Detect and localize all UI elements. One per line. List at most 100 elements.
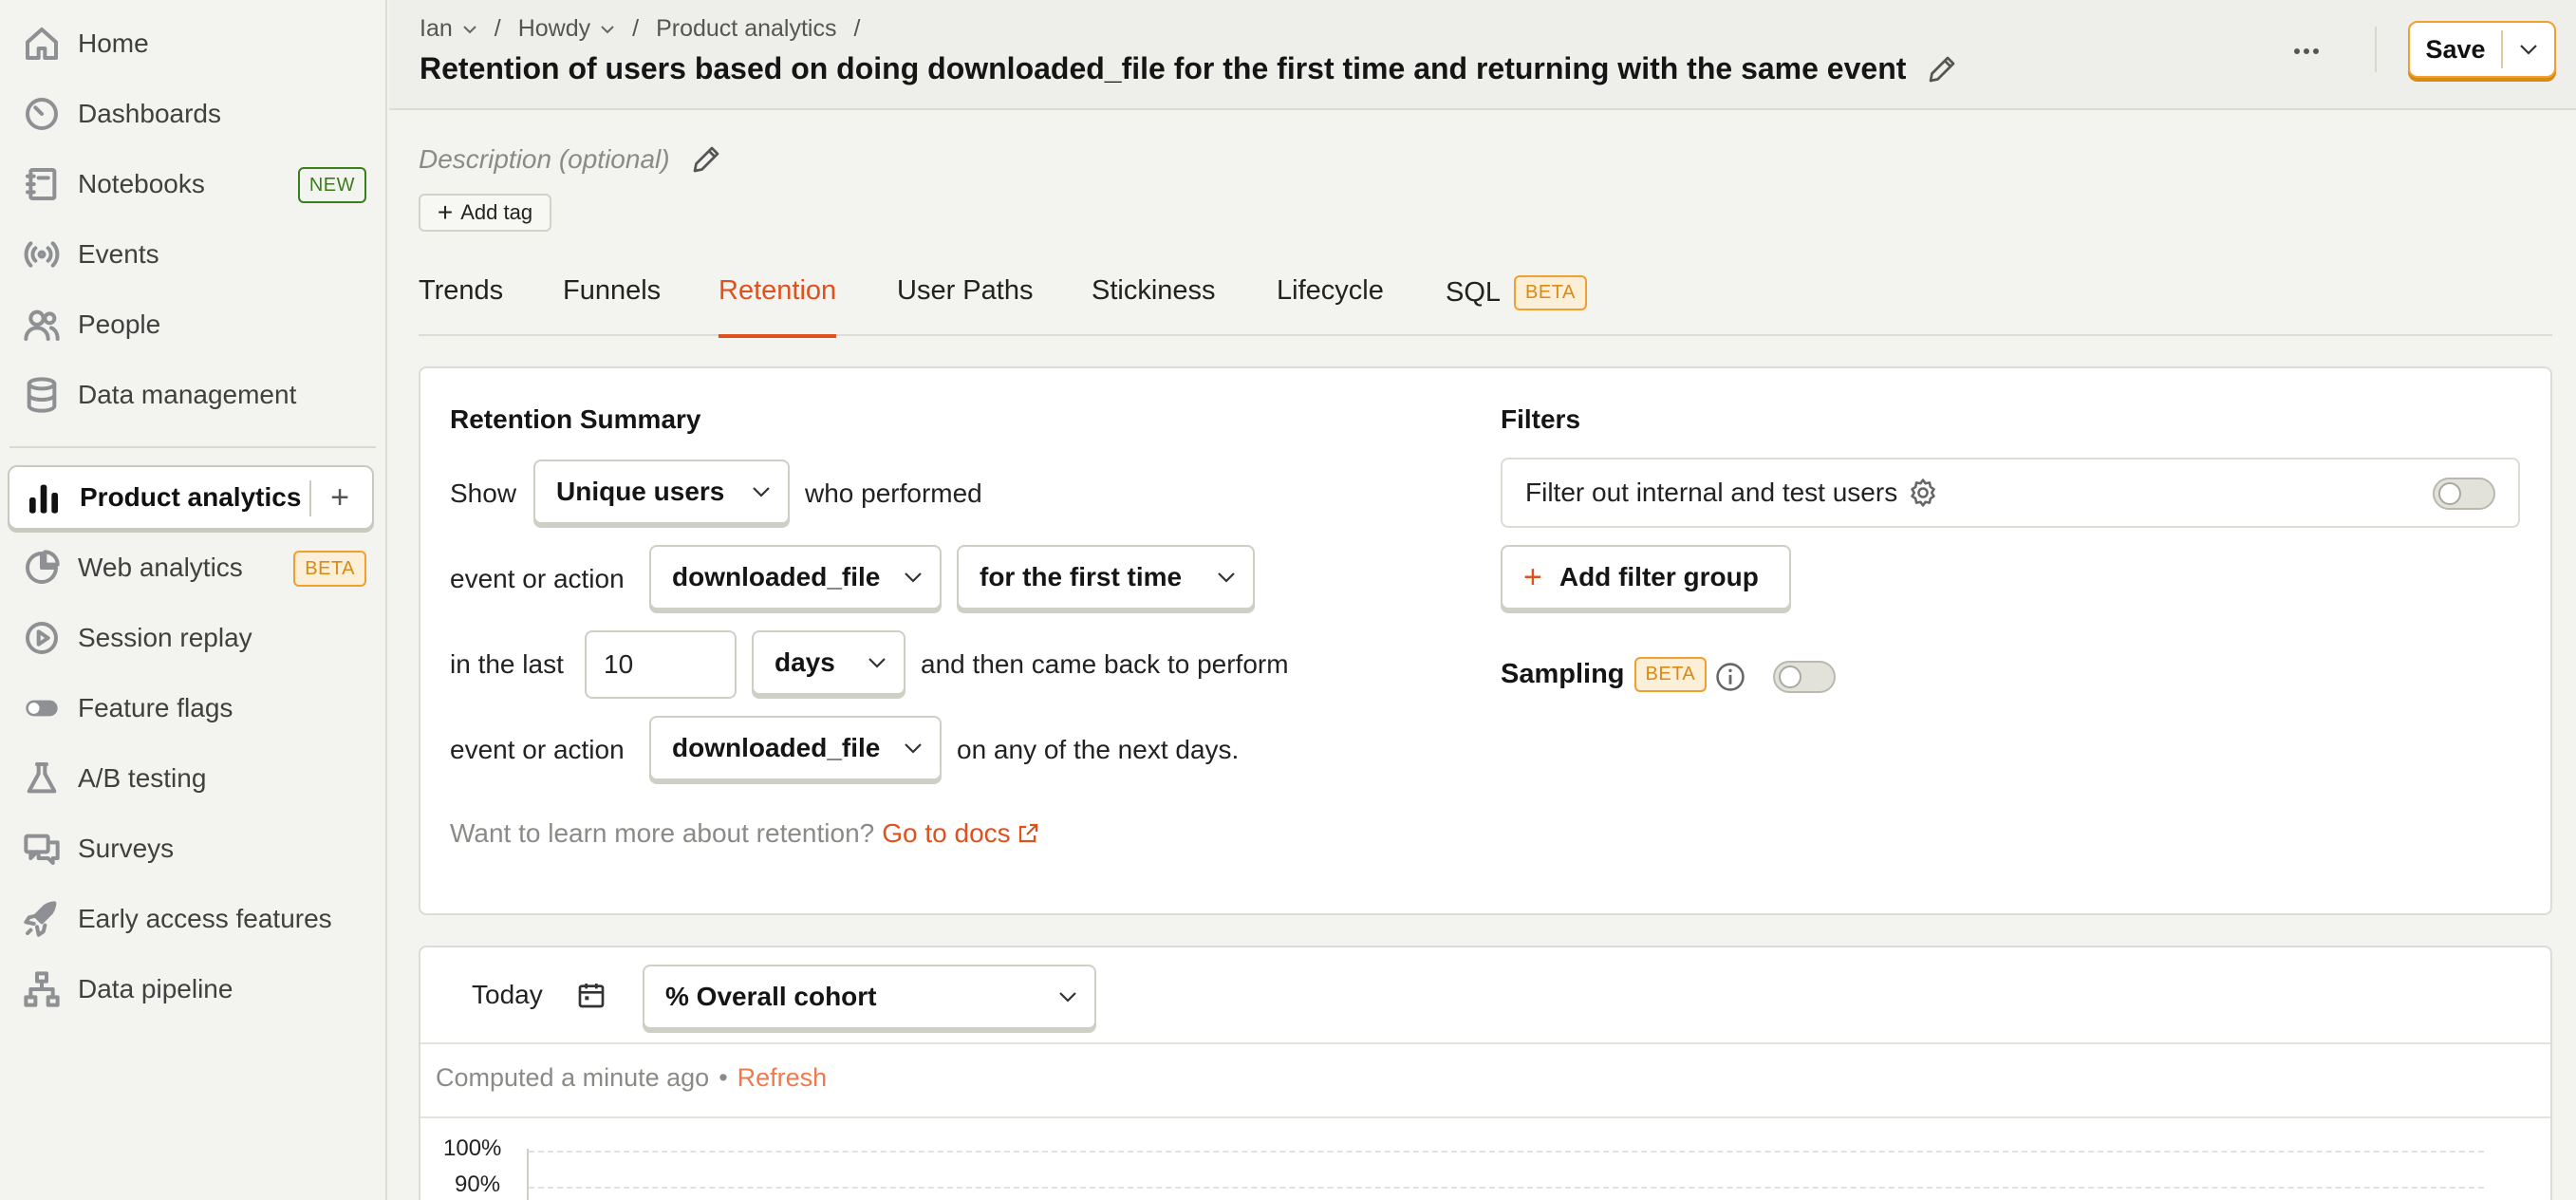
who-performed-label: who performed — [805, 478, 982, 508]
more-options-button[interactable] — [2286, 34, 2327, 68]
tab-funnels[interactable]: Funnels — [563, 275, 661, 336]
top-header: Ian / Howdy / Product analytics / Retent… — [389, 0, 2576, 110]
calendar-icon[interactable] — [576, 980, 607, 1010]
gear-icon[interactable] — [1907, 477, 1939, 509]
learn-more-label: Want to learn more about retention? — [450, 818, 875, 848]
sidebar-item-dashboards[interactable]: Dashboards — [0, 82, 387, 146]
add-filter-group-button[interactable]: + Add filter group — [1501, 545, 1791, 609]
tab-user-paths[interactable]: User Paths — [897, 275, 1033, 336]
sidebar-item-label: A/B testing — [78, 763, 207, 793]
sidebar-item-product-analytics[interactable]: Product analytics + — [8, 465, 374, 530]
info-icon[interactable] — [1714, 661, 1746, 693]
event-or-action-label: event or action — [450, 564, 625, 593]
separator: • — [719, 1063, 728, 1092]
flask-icon — [21, 758, 63, 799]
retention-type-select[interactable]: for the first time — [957, 545, 1255, 609]
breadcrumb-org[interactable]: Ian — [420, 15, 477, 43]
page-title-text: Retention of users based on doing downlo… — [420, 51, 1907, 85]
breadcrumb-project[interactable]: Howdy — [518, 15, 615, 43]
description-field[interactable]: Description (optional) — [419, 142, 723, 177]
chevron-down-icon — [868, 658, 886, 668]
sidebar-item-data-pipeline[interactable]: Data pipeline — [0, 957, 387, 1022]
input-value: 10 — [604, 649, 634, 679]
description-placeholder: Description (optional) — [419, 144, 670, 174]
breadcrumb-section[interactable]: Product analytics — [656, 15, 836, 43]
refresh-link[interactable]: Refresh — [737, 1063, 828, 1093]
target-event-select[interactable]: downloaded_file — [649, 545, 942, 609]
sidebar-item-people[interactable]: People — [0, 292, 387, 357]
learn-more-text: Want to learn more about retention? Go t… — [450, 818, 1039, 849]
tab-label: SQL — [1446, 277, 1502, 308]
tab-lifecycle[interactable]: Lifecycle — [1277, 275, 1384, 336]
edit-pencil-icon[interactable] — [1925, 52, 1959, 86]
computed-status: Computed a minute ago • Refresh — [436, 1063, 827, 1093]
sidebar-item-label: Early access features — [78, 904, 332, 933]
period-count-input[interactable]: 10 — [585, 630, 737, 699]
sidebar-item-ab-testing[interactable]: A/B testing — [0, 746, 387, 811]
results-card: Today % Overall cohort Computed a minute… — [419, 946, 2552, 1200]
breadcrumb-separator: / — [494, 15, 501, 42]
aggregation-select[interactable]: Unique users — [533, 459, 790, 524]
chat-bubbles-icon — [21, 828, 63, 870]
select-value: % Overall cohort — [665, 982, 877, 1011]
insight-type-tabs: Trends Funnels Retention User Paths Stic… — [419, 266, 2552, 338]
edit-pencil-icon[interactable] — [689, 142, 723, 177]
new-badge: NEW — [297, 167, 366, 203]
sidebar-item-label: Events — [78, 239, 159, 269]
y-axis — [527, 1149, 529, 1200]
tab-trends[interactable]: Trends — [419, 275, 503, 336]
sidebar-item-surveys[interactable]: Surveys — [0, 816, 387, 881]
select-value: downloaded_file — [672, 733, 881, 762]
divider — [420, 1042, 2550, 1044]
sidebar-item-home[interactable]: Home — [0, 11, 387, 76]
toggle-knob — [1779, 666, 1801, 688]
docs-link[interactable]: Go to docs — [882, 818, 1038, 849]
chevron-down-icon — [463, 25, 476, 33]
date-range-button[interactable]: Today — [472, 980, 543, 1010]
chevron-down-icon — [2520, 45, 2537, 55]
sampling-text: Sampling — [1501, 659, 1625, 689]
sidebar-item-label: Data pipeline — [78, 974, 233, 1003]
sampling-toggle[interactable] — [1773, 661, 1836, 693]
chevron-down-icon — [1218, 572, 1235, 583]
sidebar-item-label: Session replay — [78, 623, 252, 652]
page-title[interactable]: Retention of users based on doing downlo… — [420, 51, 1959, 86]
next-days-label: on any of the next days. — [957, 735, 1240, 764]
in-the-last-label: in the last — [450, 649, 564, 679]
sidebar-item-label: Product analytics — [80, 482, 302, 512]
beta-badge: BETA — [1514, 275, 1587, 310]
sidebar: Home Dashboards Notebooks NEW Events Peo… — [0, 0, 387, 1200]
came-back-label: and then came back to perform — [921, 649, 1289, 679]
sidebar-divider — [9, 446, 376, 448]
sidebar-item-session-replay[interactable]: Session replay — [0, 606, 387, 670]
tab-sql[interactable]: SQL BETA — [1446, 275, 1587, 336]
computed-text: Computed a minute ago — [436, 1063, 710, 1092]
sidebar-item-data-management[interactable]: Data management — [0, 363, 387, 427]
save-button[interactable]: Save — [2410, 23, 2501, 76]
notebook-icon — [21, 163, 63, 205]
add-insight-button[interactable]: + — [321, 477, 359, 518]
sidebar-item-web-analytics[interactable]: Web analytics BETA — [0, 535, 387, 600]
display-mode-select[interactable]: % Overall cohort — [643, 965, 1096, 1029]
divider — [309, 480, 311, 516]
save-options-dropdown[interactable] — [2503, 44, 2554, 55]
returning-event-select[interactable]: downloaded_file — [649, 716, 942, 780]
breadcrumb-separator: / — [632, 15, 640, 42]
internal-filter-toggle[interactable] — [2433, 478, 2495, 510]
gridline — [529, 1187, 2484, 1189]
add-tag-button[interactable]: + Add tag — [419, 194, 551, 232]
sidebar-item-notebooks[interactable]: Notebooks NEW — [0, 152, 387, 216]
select-value: Unique users — [556, 477, 725, 506]
sidebar-item-events[interactable]: Events — [0, 222, 387, 287]
sidebar-item-feature-flags[interactable]: Feature flags — [0, 676, 387, 741]
chevron-down-icon — [905, 743, 922, 754]
sidebar-item-label: Notebooks — [78, 169, 205, 198]
tab-stickiness[interactable]: Stickiness — [1092, 275, 1216, 336]
sidebar-item-early-access[interactable]: Early access features — [0, 887, 387, 951]
tab-retention[interactable]: Retention — [719, 275, 837, 338]
period-unit-select[interactable]: days — [752, 630, 905, 695]
beta-badge: BETA — [293, 551, 366, 587]
add-filter-group-label: Add filter group — [1559, 562, 1759, 591]
pie-chart-icon — [21, 547, 63, 589]
bar-chart-icon — [23, 477, 65, 518]
